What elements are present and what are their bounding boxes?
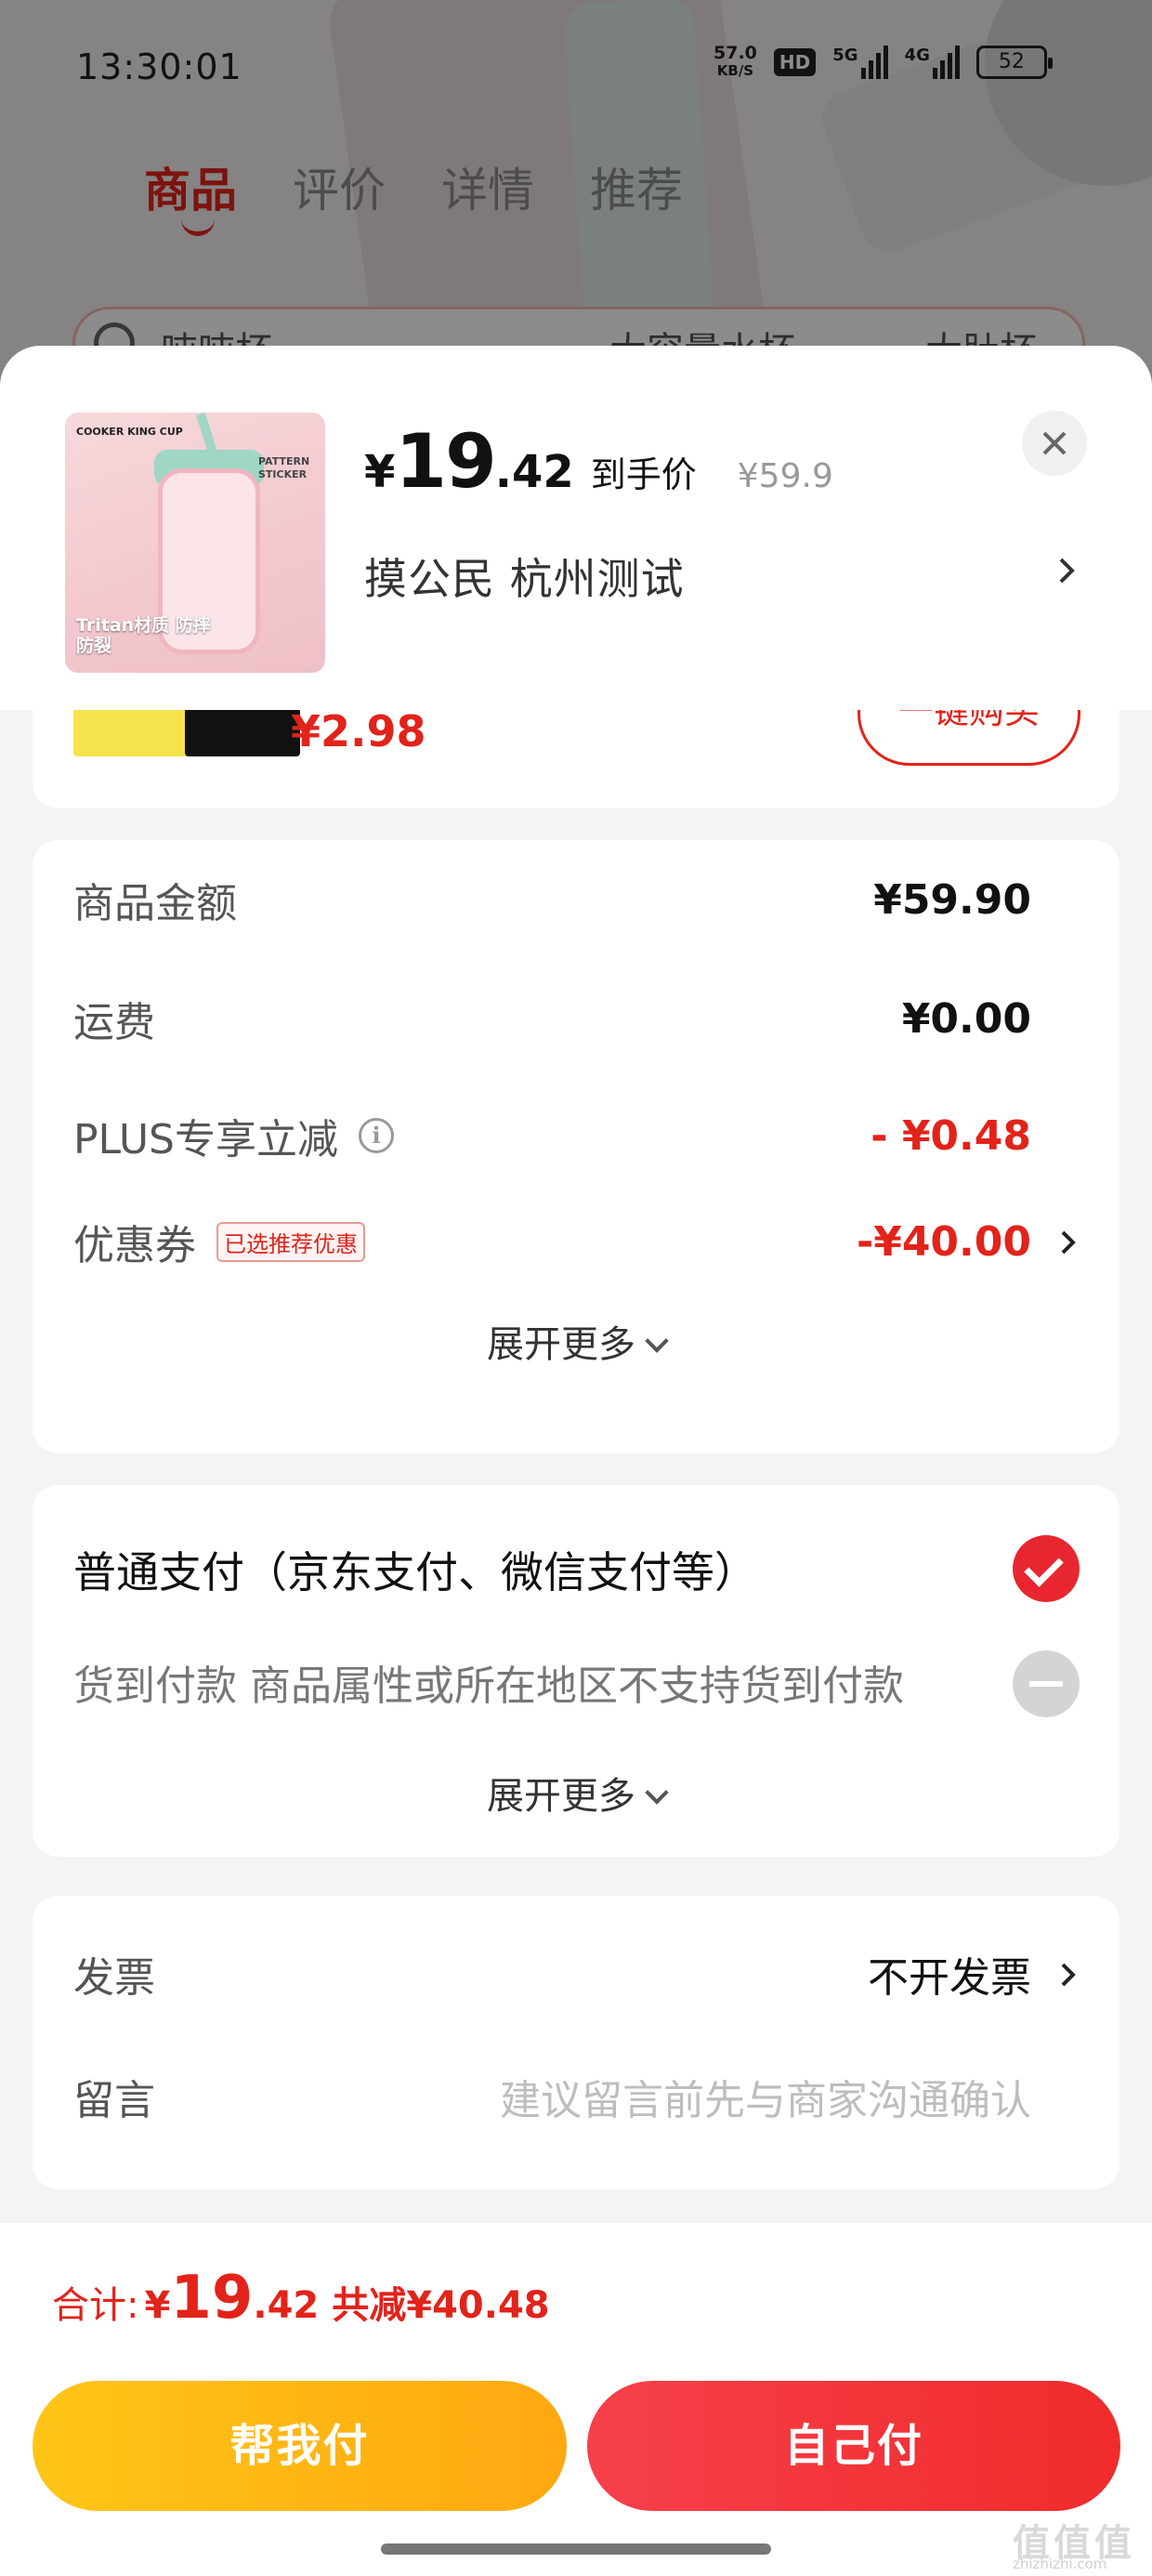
summary-row-coupon[interactable]: 优惠券 已选推荐优惠 -¥40.00 xyxy=(73,1212,1031,1271)
watermark-url: zhizhizhi.com xyxy=(1013,2556,1107,2572)
total-decimal: .42 xyxy=(253,2284,320,2327)
summary-label: 优惠券 已选推荐优惠 xyxy=(73,1212,365,1271)
background-page: 13:30:01 57.0 KB/S HD 5G 4G 52 商品 评价 详情 … xyxy=(0,0,1152,390)
total-saved: 共减¥40.48 xyxy=(332,2284,550,2327)
note-label: 留言 xyxy=(73,2077,155,2124)
info-icon[interactable]: i xyxy=(359,1118,394,1153)
price-summary-card: 商品金额 ¥59.90 运费 ¥0.00 PLUS专享立减 i - ¥0.48 xyxy=(33,840,1119,1186)
payment-option-cod: 货到付款 商品属性或所在地区不支持货到付款 xyxy=(73,1663,904,1710)
note-input[interactable]: 建议留言前先与商家沟通确认 xyxy=(500,2067,1031,2126)
summary-label: 运费 xyxy=(73,999,155,1046)
home-indicator[interactable] xyxy=(381,2543,771,2555)
pay-for-me-button[interactable]: 帮我付 xyxy=(33,2381,567,2511)
price-label: 到手价 xyxy=(590,454,697,495)
invoice-value: 不开发票 xyxy=(868,1954,1031,2002)
chevron-down-icon xyxy=(645,1781,669,1805)
summary-label: PLUS专享立减 i xyxy=(73,1106,394,1165)
bottom-action-bar: 合计: ¥ 19 .42 共减¥40.48 帮我付 自己付 值值值 zhizhi… xyxy=(0,2223,1152,2576)
chevron-right-icon[interactable] xyxy=(1048,552,1085,589)
thumb-caption: Tritan材质 防摔防裂 xyxy=(76,615,211,656)
coupon-tag: 已选推荐优惠 xyxy=(216,1221,365,1262)
summary-value: ¥0.00 xyxy=(901,994,1031,1043)
invoice-row[interactable]: 发票 不开发票 xyxy=(73,1944,1031,2004)
final-price: ¥ 19 .42 到手价 ¥59.9 xyxy=(364,418,833,505)
sheet-header: COOKER KING CUP PATTERN STICKER Tritan材质… xyxy=(0,346,1152,710)
promo-banner-dark xyxy=(185,708,300,756)
summary-row-plus: PLUS专享立减 i - ¥0.48 xyxy=(73,1106,1031,1165)
summary-value: -¥40.00 xyxy=(856,1217,1031,1266)
summary-value: - ¥0.48 xyxy=(871,1111,1031,1160)
chevron-down-icon xyxy=(645,1329,669,1353)
invoice-label: 发票 xyxy=(73,1954,155,2002)
expand-more-label: 展开更多 xyxy=(487,1775,635,1818)
total-label: 合计: xyxy=(52,2284,139,2327)
price-integer: 19 xyxy=(395,418,496,505)
plus-discount-label: PLUS专享立减 xyxy=(73,1116,338,1163)
shipping-address[interactable]: 摸公民 杭州测试 xyxy=(364,545,685,607)
chevron-right-icon[interactable] xyxy=(1054,1229,1082,1256)
price-summary-card-cont: 优惠券 已选推荐优惠 -¥40.00 展开更多 xyxy=(33,1163,1119,1453)
coupon-label: 优惠券 xyxy=(73,1222,196,1269)
price-currency: ¥ xyxy=(364,446,396,498)
selected-check-icon[interactable] xyxy=(1013,1535,1080,1602)
thumb-sticker-label: PATTERN STICKER xyxy=(258,455,310,480)
total-integer: 19 xyxy=(170,2264,254,2333)
expand-more-button[interactable]: 展开更多 xyxy=(33,1314,1119,1368)
close-button[interactable] xyxy=(1022,411,1087,476)
expand-more-label: 展开更多 xyxy=(487,1323,635,1366)
payment-card: 普通支付（京东支付、微信支付等） 货到付款 商品属性或所在地区不支持货到付款 展… xyxy=(33,1485,1119,1857)
recommend-price: ¥2.98 xyxy=(291,706,426,756)
promo-banner xyxy=(73,708,300,756)
product-thumbnail: COOKER KING CUP PATTERN STICKER Tritan材质… xyxy=(65,413,325,673)
price-decimal: .42 xyxy=(494,446,574,498)
dim-overlay[interactable] xyxy=(0,0,1152,390)
total-price: 合计: ¥ 19 .42 共减¥40.48 xyxy=(52,2264,550,2333)
summary-row-goods: 商品金额 ¥59.90 xyxy=(73,870,1031,929)
summary-label: 商品金额 xyxy=(73,880,237,927)
payment-option-normal[interactable]: 普通支付（京东支付、微信支付等） xyxy=(73,1539,757,1600)
summary-value: ¥59.90 xyxy=(873,875,1031,924)
original-price: ¥59.9 xyxy=(737,457,833,495)
invoice-note-card: 发票 不开发票 留言 建议留言前先与商家沟通确认 xyxy=(33,1896,1119,2189)
summary-row-shipping: 运费 ¥0.00 xyxy=(73,989,1031,1048)
note-row: 留言 建议留言前先与商家沟通确认 xyxy=(73,2067,1031,2126)
pay-myself-button[interactable]: 自己付 xyxy=(587,2381,1120,2511)
disabled-icon xyxy=(1013,1650,1080,1717)
chevron-right-icon[interactable] xyxy=(1054,1961,1082,1989)
thumb-brand: COOKER KING CUP xyxy=(76,426,183,438)
total-currency: ¥ xyxy=(144,2284,171,2327)
close-icon xyxy=(1042,431,1067,455)
expand-more-button[interactable]: 展开更多 xyxy=(33,1766,1119,1820)
